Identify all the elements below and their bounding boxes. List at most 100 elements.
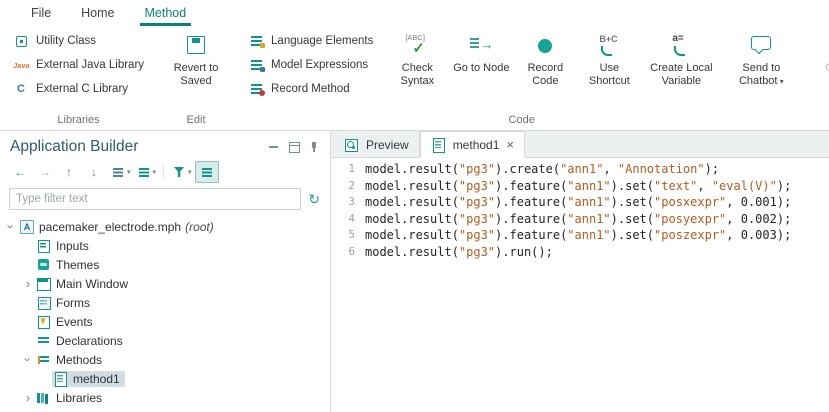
ribbon-button-go-to-node[interactable]: Go to Node (449, 30, 513, 89)
expander-open-icon[interactable]: › (22, 353, 35, 367)
tree-item-methods[interactable]: ›Methods (0, 350, 330, 369)
code-token: model.result( (365, 162, 459, 176)
code-token: ); (705, 162, 719, 176)
method-icon (53, 372, 68, 386)
forward-arrow-button[interactable] (33, 161, 57, 183)
model-expressions-icon (248, 57, 265, 73)
code-text: model.result("pg3").create("ann1", "Anno… (365, 161, 719, 178)
up-arrow-button[interactable] (58, 161, 82, 183)
ribbon-item-language-elements[interactable]: Language Elements (242, 30, 379, 52)
layout-icon (286, 139, 302, 155)
send-to-chatbot-icon (747, 33, 775, 59)
ribbon-button-create-local-variable[interactable]: Create Local Variable (641, 30, 721, 89)
ribbon-item-record-method[interactable]: Record Method (242, 78, 379, 100)
ribbon-button-label: Go to Node (453, 62, 509, 88)
dropdown-caret-icon: ▾ (153, 168, 157, 176)
code-token: model.result( (365, 228, 459, 242)
code-line[interactable]: 5model.result("pg3").feature("ann1").set… (331, 227, 829, 244)
code-token: , 0.003); (726, 228, 791, 242)
tab-close-icon[interactable]: × (506, 138, 514, 151)
tab-preview[interactable]: Preview (334, 132, 420, 157)
ribbon-button-label: Record Code (514, 62, 576, 88)
ribbon-item-external-c-library[interactable]: External C Library (7, 78, 150, 100)
tree-item-core: Themes (35, 257, 104, 273)
collapse-all-button[interactable] (195, 161, 219, 183)
tree-item-forms[interactable]: Forms (0, 293, 330, 312)
code-text: model.result("pg3").feature("ann1").set(… (365, 194, 791, 211)
code-editor[interactable]: 1model.result("pg3").create("ann1", "Ann… (331, 158, 829, 412)
tree-item-libraries[interactable]: ›Libraries (0, 388, 330, 407)
filter-input[interactable] (9, 188, 301, 210)
ribbon-group-code: Language ElementsModel Expressions Record… (237, 26, 806, 130)
edit-buttons: Revert to Saved (164, 30, 228, 89)
back-arrow-button[interactable] (8, 161, 32, 183)
menubar: FileHomeMethod (0, 0, 829, 26)
tab-method1[interactable]: method1× (420, 131, 525, 158)
tree-item-main-window[interactable]: › Main Window (0, 274, 330, 293)
code-token: ).feature( (495, 212, 567, 226)
code-small-items: Language ElementsModel Expressions Record… (242, 30, 379, 100)
line-number: 6 (331, 244, 365, 261)
menu-tab-home[interactable]: Home (66, 0, 129, 26)
code-line[interactable]: 2model.result("pg3").feature("ann1").set… (331, 178, 829, 195)
method-icon (431, 138, 446, 152)
group-view-button[interactable]: ▾ (134, 161, 159, 183)
ribbon-button-label: Send to Chatbot ▾ (722, 62, 800, 88)
code-token: ).create( (495, 162, 560, 176)
ribbon-button-use-shortcut[interactable]: Use Shortcut (577, 30, 641, 89)
tree-item-themes[interactable]: Themes (0, 255, 330, 274)
tree-item-label: Forms (56, 296, 90, 310)
code-line[interactable]: 6model.result("pg3").run(); (331, 244, 829, 261)
panel-layout-button[interactable] (286, 139, 302, 155)
ribbon-item-utility-class[interactable]: Utility Class (7, 30, 150, 52)
ribbon-item-label: Record Method (271, 83, 350, 95)
code-token: , 0.002); (726, 212, 791, 226)
string-literal: "pg3" (459, 179, 495, 193)
list-view-button[interactable]: ▾ (108, 161, 133, 183)
panel-toolbar: ▾ ▾ ▾ (0, 159, 330, 185)
line-number: 4 (331, 211, 365, 228)
code-line[interactable]: 1model.result("pg3").create("ann1", "Ann… (331, 161, 829, 178)
code-line[interactable]: 4model.result("pg3").feature("ann1").set… (331, 211, 829, 228)
string-literal: "ann1" (567, 195, 610, 209)
ribbon-item-model-expressions[interactable]: Model Expressions (242, 54, 379, 76)
tree-item-label: Inputs (56, 239, 89, 253)
code-line[interactable]: 3model.result("pg3").feature("ann1").set… (331, 194, 829, 211)
refresh-icon[interactable]: ↻ (308, 192, 320, 206)
ribbon-button-check-syntax[interactable]: Check Syntax (385, 30, 449, 89)
tree-item-inputs[interactable]: Inputs (0, 236, 330, 255)
expander-closed-icon[interactable]: › (21, 277, 35, 290)
tree-item-pacemaker-electrode-mph[interactable]: ›pacemaker_electrode.mph(root) (0, 217, 330, 236)
revert-to-saved-icon (182, 33, 210, 59)
tree-item-declarations[interactable]: Declarations (0, 331, 330, 350)
panel-pin-button[interactable] (306, 139, 322, 155)
panel-header-icons (266, 139, 322, 155)
code-token: model.result( (365, 212, 459, 226)
code-text: model.result("pg3").feature("ann1").set(… (365, 227, 791, 244)
string-literal: "ann1" (560, 162, 603, 176)
tree-item-events[interactable]: Events (0, 312, 330, 331)
filter-icon (171, 164, 187, 180)
app-builder-tree: ›pacemaker_electrode.mph(root) Inputs Them… (0, 215, 330, 412)
code-token: ).set( (611, 228, 654, 242)
code-group-content: Language ElementsModel Expressions Record… (242, 30, 801, 100)
create-local-variable-icon (667, 33, 695, 59)
language-elements-icon (248, 33, 265, 49)
expander-closed-icon[interactable]: › (21, 391, 35, 404)
expander-open-icon[interactable]: › (5, 220, 18, 234)
down-arrow-button[interactable] (83, 161, 107, 183)
menu-tab-method[interactable]: Method (130, 0, 202, 26)
tree-item-label: Main Window (56, 277, 128, 291)
string-literal: "poszexpr" (654, 228, 726, 242)
string-literal: "Annotation" (618, 162, 705, 176)
panel-minimize-button[interactable] (266, 139, 282, 155)
ribbon-button-send-to-chatbot[interactable]: Send to Chatbot ▾ (721, 30, 801, 89)
ribbon-button-revert-to-saved[interactable]: Revert to Saved (164, 30, 228, 89)
ribbon-button-record-code[interactable]: Record Code (513, 30, 577, 89)
ribbon-item-external-java-library[interactable]: External Java Library (7, 54, 150, 76)
filter-button[interactable]: ▾ (169, 161, 194, 183)
code-buttons: Check SyntaxGo to NodeRecord CodeUse Sho… (385, 30, 801, 89)
tree-item-method1[interactable]: method1 (0, 369, 330, 388)
record-method-icon (248, 81, 265, 97)
menu-tab-file[interactable]: File (16, 0, 66, 26)
